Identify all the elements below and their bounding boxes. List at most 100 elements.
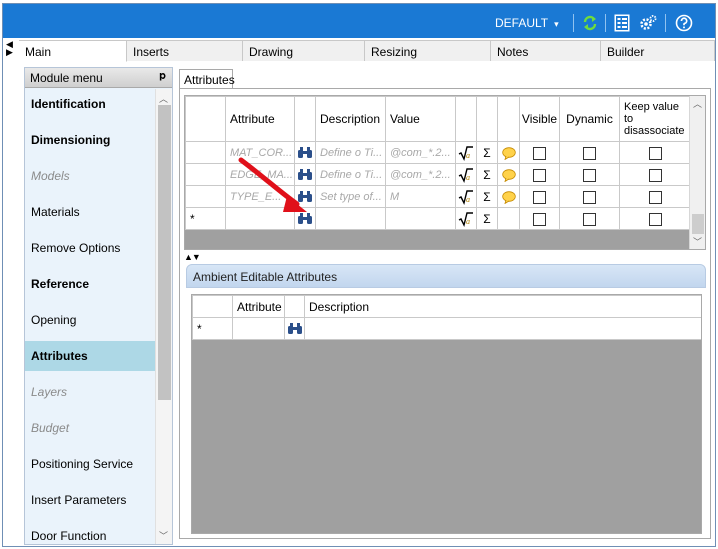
attribute-cell[interactable] <box>232 317 285 340</box>
module-menu-scrollbar[interactable]: ︿ ﹀ <box>155 89 172 544</box>
table-row[interactable]: EDGE_MA... Define o Ti... @com_*.2... a … <box>185 163 691 186</box>
sidebar-item-door-function[interactable]: Door Function <box>25 521 155 544</box>
settings-icon[interactable] <box>639 14 657 32</box>
tab-resizing[interactable]: Resizing <box>365 40 491 61</box>
binoculars-icon[interactable] <box>294 207 316 230</box>
sidebar-item-dimensioning[interactable]: Dimensioning <box>25 125 155 155</box>
comment-icon[interactable] <box>497 163 520 186</box>
value-cell[interactable] <box>385 207 456 230</box>
column-header-value[interactable]: Value <box>385 96 456 142</box>
comment-icon[interactable] <box>497 141 520 164</box>
ambient-attributes-grid: Attribute Description * <box>191 294 702 534</box>
toolbar-separator <box>605 14 606 32</box>
sum-icon[interactable]: Σ <box>476 185 498 208</box>
column-header-keep-value[interactable]: Keep value to disassociate <box>619 96 691 142</box>
profile-dropdown[interactable]: DEFAULT ▾ <box>495 16 559 30</box>
properties-icon[interactable] <box>613 14 631 32</box>
tab-builder[interactable]: Builder <box>601 40 715 61</box>
comment-icon[interactable] <box>497 185 520 208</box>
visible-checkbox[interactable] <box>519 163 560 186</box>
splitter-arrows-icon[interactable]: ▲▼ <box>184 252 201 262</box>
scroll-down-icon[interactable]: ﹀ <box>159 529 168 542</box>
help-icon[interactable] <box>675 14 693 32</box>
sum-icon[interactable]: Σ <box>476 141 498 164</box>
attribute-cell[interactable]: MAT_COR... <box>225 141 295 164</box>
attribute-cell[interactable]: TYPE_E... <box>225 185 295 208</box>
column-header-visible[interactable]: Visible <box>519 96 560 142</box>
table-row[interactable]: TYPE_E... Set type of... M a Σ <box>185 185 691 208</box>
value-cell[interactable]: @com_*.2... <box>385 141 456 164</box>
binoculars-icon[interactable] <box>284 317 305 340</box>
scroll-down-icon[interactable]: ﹀ <box>693 235 702 248</box>
description-cell[interactable]: Define o Ti... <box>315 163 386 186</box>
description-cell[interactable]: Set type of... <box>315 185 386 208</box>
column-header-attribute[interactable]: Attribute <box>232 295 285 318</box>
new-row[interactable]: * <box>192 317 701 340</box>
scrollbar-thumb[interactable] <box>692 214 704 234</box>
sidebar-item-materials[interactable]: Materials <box>25 197 155 227</box>
attributes-grid-scrollbar[interactable]: ︿ ﹀ <box>689 96 705 249</box>
dynamic-checkbox[interactable] <box>559 207 620 230</box>
value-cell[interactable]: @com_*.2... <box>385 163 456 186</box>
row-selector[interactable] <box>185 141 226 164</box>
binoculars-icon[interactable] <box>294 185 316 208</box>
binoculars-icon[interactable] <box>294 141 316 164</box>
tab-notes[interactable]: Notes <box>491 40 601 61</box>
sum-icon[interactable]: Σ <box>476 207 498 230</box>
tab-attributes[interactable]: Attributes <box>179 69 235 89</box>
row-selector[interactable] <box>185 163 226 186</box>
refresh-icon[interactable] <box>581 14 599 32</box>
sidebar-item-reference[interactable]: Reference <box>25 269 155 299</box>
tab-inserts[interactable]: Inserts <box>127 40 243 61</box>
column-header-dynamic[interactable]: Dynamic <box>559 96 620 142</box>
sidebar-item-opening[interactable]: Opening <box>25 305 155 335</box>
scroll-up-icon[interactable]: ︿ <box>693 97 702 110</box>
column-header-sum <box>476 96 498 142</box>
column-header-attribute[interactable]: Attribute <box>225 96 295 142</box>
sidebar-item-identification[interactable]: Identification <box>25 89 155 119</box>
visible-checkbox[interactable] <box>519 185 560 208</box>
value-cell[interactable]: M <box>385 185 456 208</box>
sum-icon[interactable]: Σ <box>476 163 498 186</box>
sidebar-item-budget[interactable]: Budget <box>25 413 155 443</box>
svg-text:a: a <box>466 173 470 182</box>
visible-checkbox[interactable] <box>519 207 560 230</box>
dynamic-checkbox[interactable] <box>559 185 620 208</box>
sidebar-item-models[interactable]: Models <box>25 161 155 191</box>
dynamic-checkbox[interactable] <box>559 163 620 186</box>
formula-icon[interactable]: a <box>455 207 477 230</box>
attribute-cell[interactable] <box>225 207 295 230</box>
panel-collapse-toggle[interactable]: ◀ ▶ <box>6 40 16 58</box>
description-cell[interactable] <box>304 317 701 340</box>
column-header-description[interactable]: Description <box>304 295 701 318</box>
keep-value-checkbox[interactable] <box>619 207 691 230</box>
formula-icon[interactable]: a <box>455 185 477 208</box>
binoculars-icon[interactable] <box>294 163 316 186</box>
dynamic-checkbox[interactable] <box>559 141 620 164</box>
sidebar-item-positioning-service[interactable]: Positioning Service <box>25 449 155 479</box>
formula-icon[interactable]: a <box>455 163 477 186</box>
chevron-down-icon: ▾ <box>554 19 559 29</box>
formula-icon[interactable]: a <box>455 141 477 164</box>
table-row[interactable]: MAT_COR... Define o Ti... @com_*.2... a … <box>185 141 691 164</box>
sidebar-item-attributes[interactable]: Attributes <box>25 341 155 371</box>
sidebar-item-layers[interactable]: Layers <box>25 377 155 407</box>
new-row[interactable]: * a Σ <box>185 207 691 230</box>
profile-label: DEFAULT <box>495 16 549 30</box>
description-cell[interactable] <box>315 207 386 230</box>
attribute-cell[interactable]: EDGE_MA... <box>225 163 295 186</box>
pin-icon[interactable]: 𝐩 <box>159 70 166 83</box>
row-selector[interactable] <box>185 185 226 208</box>
description-cell[interactable]: Define o Ti... <box>315 141 386 164</box>
tab-drawing[interactable]: Drawing <box>243 40 365 61</box>
scrollbar-thumb[interactable] <box>158 105 171 400</box>
keep-value-checkbox[interactable] <box>619 185 691 208</box>
scroll-up-icon[interactable]: ︿ <box>159 92 168 105</box>
visible-checkbox[interactable] <box>519 141 560 164</box>
sidebar-item-remove-options[interactable]: Remove Options <box>25 233 155 263</box>
column-header-description[interactable]: Description <box>315 96 386 142</box>
keep-value-checkbox[interactable] <box>619 141 691 164</box>
sidebar-item-insert-parameters[interactable]: Insert Parameters <box>25 485 155 515</box>
tab-main[interactable]: Main <box>19 40 127 62</box>
keep-value-checkbox[interactable] <box>619 163 691 186</box>
